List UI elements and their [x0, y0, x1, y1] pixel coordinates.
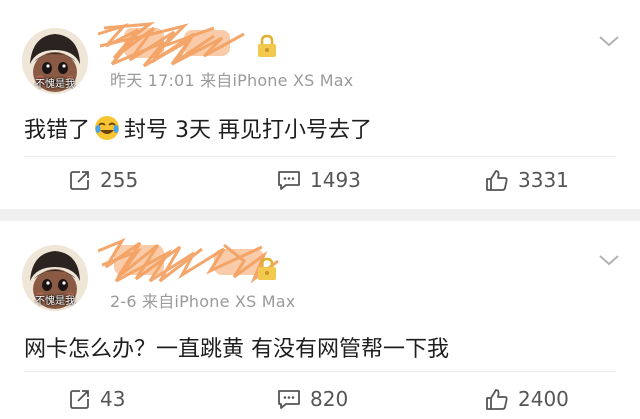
comment-text-part: 我错了: [24, 118, 91, 143]
like-button[interactable]: 2400: [484, 387, 569, 411]
comment-icon: [278, 171, 300, 190]
comment-text: 网卡怎么办？一直跳黄 有没有网管帮一下我: [24, 337, 449, 362]
lock-icon: [258, 257, 276, 280]
lock-icon: [258, 34, 276, 57]
share-button[interactable]: 255: [68, 168, 138, 192]
divider: [24, 371, 616, 372]
comment-text: 我错了 封号 3天 再见打小号去了: [24, 112, 372, 144]
share-button[interactable]: 43: [68, 387, 125, 411]
avatar[interactable]: 不愧是我: [22, 245, 88, 311]
post-meta: 昨天 17:01 来自iPhone XS Max: [110, 71, 354, 90]
comment-count: 820: [310, 387, 349, 411]
chevron-down-icon[interactable]: [598, 253, 620, 267]
comment-card: 不愧是我 2-6 来自iPhone XS Max 网卡怎么办？一直跳黄 有没有网…: [0, 221, 640, 419]
share-count: 255: [100, 168, 139, 192]
comment-icon: [278, 390, 300, 409]
share-edit-icon: [70, 171, 89, 190]
thumbs-up-icon: [486, 170, 508, 191]
like-button[interactable]: 3331: [484, 168, 569, 192]
comment-button[interactable]: 1493: [276, 168, 361, 192]
avatar[interactable]: 不愧是我: [22, 28, 88, 94]
avatar-tag: 不愧是我: [35, 296, 75, 307]
like-count: 2400: [518, 387, 569, 411]
divider: [24, 156, 616, 157]
post-meta: 2-6 来自iPhone XS Max: [110, 292, 296, 311]
share-count: 43: [100, 387, 126, 411]
comment-count: 1493: [310, 168, 361, 192]
avatar-tag: 不愧是我: [35, 79, 75, 90]
comment-button[interactable]: 820: [276, 387, 348, 411]
thumbs-up-icon: [486, 389, 508, 410]
comment-card: 不愧是我 昨天 17:01 来自iPhone XS Max 我错了 封号 3天 …: [0, 0, 640, 209]
chevron-down-icon[interactable]: [598, 34, 620, 48]
share-edit-icon: [70, 390, 89, 409]
crying-laughing-emoji-icon: [95, 116, 120, 140]
comment-text-part: 封号 3天 再见打小号去了: [124, 118, 372, 143]
like-count: 3331: [518, 168, 569, 192]
